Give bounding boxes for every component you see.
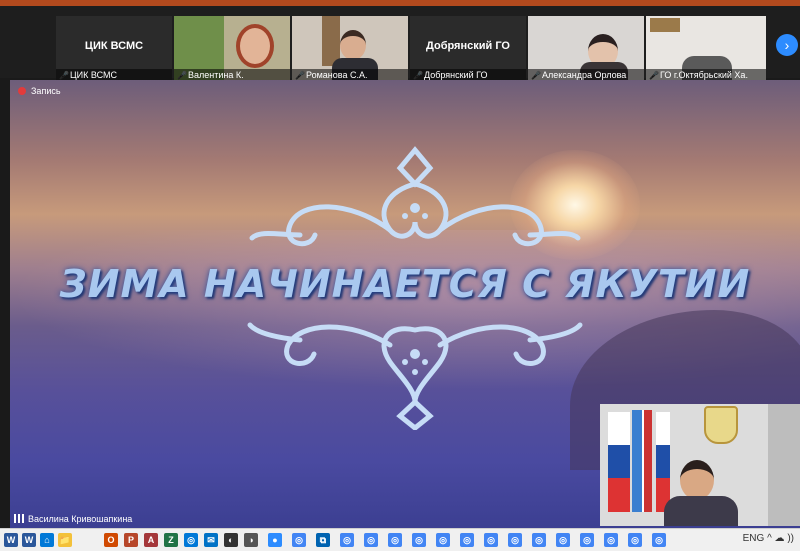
participant-tile[interactable]: ЦИК ВСМС 🎤 ЦИК ВСМС: [56, 16, 172, 82]
app-icon-chrome[interactable]: ◎: [364, 533, 378, 547]
participant-tile[interactable]: 🎤 Валентина К.: [174, 16, 290, 82]
ornament-scroll-right-bottom: [437, 324, 546, 366]
app-icon-chrome[interactable]: ◎: [484, 533, 498, 547]
flag-left: [608, 412, 630, 512]
app-icon-window[interactable]: ⧉: [316, 533, 330, 547]
speaker-face: [680, 460, 714, 500]
ornament-diamond-top: [396, 146, 434, 188]
app-icon-excel[interactable]: Z: [164, 533, 178, 547]
app-icon-chrome[interactable]: ◎: [340, 533, 354, 547]
system-tray[interactable]: ENG ^ ☁ )): [743, 533, 794, 544]
app-icon-office[interactable]: O: [104, 533, 118, 547]
app-icon-chrome[interactable]: ◎: [628, 533, 642, 547]
participant-strip: ЦИК ВСМС 🎤 ЦИК ВСМС 🎤 Валентина К. 🎤 Ром…: [0, 6, 800, 82]
app-icon-word[interactable]: W: [4, 533, 18, 547]
flag-right: [656, 412, 670, 512]
app-icon-zoom[interactable]: ●: [268, 533, 282, 547]
active-speaker-label: Василина Кривошапкина: [14, 514, 132, 524]
ornament-tail-left-bottom: [247, 322, 303, 343]
app-icon-mail[interactable]: ✉: [204, 533, 218, 547]
video-title-text: ЗИМА НАЧИНАЕТСЯ С ЯКУТИИ: [59, 262, 751, 306]
participant-tile[interactable]: 🎤 Александра Орлова: [528, 16, 644, 82]
ornament-scroll-left-bottom: [284, 324, 393, 366]
participant-name-large: Добрянский ГО: [426, 40, 510, 52]
app-icon-chrome[interactable]: ◎: [580, 533, 594, 547]
participant-video: [236, 24, 274, 68]
app-icon-powerpoint[interactable]: P: [124, 533, 138, 547]
app-icon-edge[interactable]: ◎: [184, 533, 198, 547]
flag-middle: [632, 410, 652, 512]
ornament-scroll-left-top: [286, 204, 393, 247]
participant-video: [340, 30, 366, 60]
app-icon-chrome[interactable]: ◎: [460, 533, 474, 547]
participant-tile[interactable]: 🎤 Романова С.А.: [292, 16, 408, 82]
app-icon-chrome[interactable]: ◎: [436, 533, 450, 547]
ornament-scroll-right-top: [437, 204, 544, 247]
app-icon-chrome[interactable]: ◎: [508, 533, 522, 547]
recording-indicator: Запись: [18, 86, 61, 96]
recording-label: Запись: [31, 86, 61, 96]
ornament-tail-right-bottom: [527, 322, 583, 343]
app-icon-chrome[interactable]: ◎: [556, 533, 570, 547]
participant-name-large: ЦИК ВСМС: [84, 40, 144, 52]
app-icon-folder[interactable]: 📁: [58, 533, 72, 547]
ornament-diamond-bottom: [396, 398, 434, 430]
app-icon-word[interactable]: W: [22, 533, 36, 547]
app-icon-chrome[interactable]: ◎: [292, 533, 306, 547]
app-icon-chrome[interactable]: ◎: [604, 533, 618, 547]
participant-tile[interactable]: Добрянский ГО 🎤 Добрянский ГО: [410, 16, 526, 82]
participant-tile[interactable]: 🎤 ГО г.Октябрьский Ха.: [646, 16, 766, 82]
app-icon-chrome[interactable]: ◎: [532, 533, 546, 547]
coat-of-arms-icon: [704, 406, 738, 444]
background-picture: [650, 18, 680, 32]
app-icon-chrome[interactable]: ◎: [388, 533, 402, 547]
app-icon-access[interactable]: A: [144, 533, 158, 547]
recording-dot-icon: [18, 87, 26, 95]
app-icon-generic[interactable]: ◑: [244, 533, 258, 547]
ornament-heart-bottom: [381, 326, 449, 403]
speaker-body: [664, 496, 738, 526]
app-icon-chrome[interactable]: ◎: [652, 533, 666, 547]
background-curtain: [768, 404, 800, 526]
app-icon-chrome[interactable]: ◎: [412, 533, 426, 547]
app-icon-home[interactable]: ⌂: [40, 533, 54, 547]
speaker-video-pip[interactable]: [600, 404, 800, 526]
windows-taskbar: W W ⌂ 📁 O P A Z ◎ ✉ ◐ ◑ ● ◎ ⧉ ◎ ◎ ◎ ◎ ◎ …: [0, 528, 800, 551]
chevron-right-icon[interactable]: ›: [776, 34, 798, 56]
signal-bars-icon: [14, 514, 24, 523]
app-icon-generic[interactable]: ◐: [224, 533, 238, 547]
speaker-name-text: Василина Кривошапкина: [28, 514, 133, 524]
